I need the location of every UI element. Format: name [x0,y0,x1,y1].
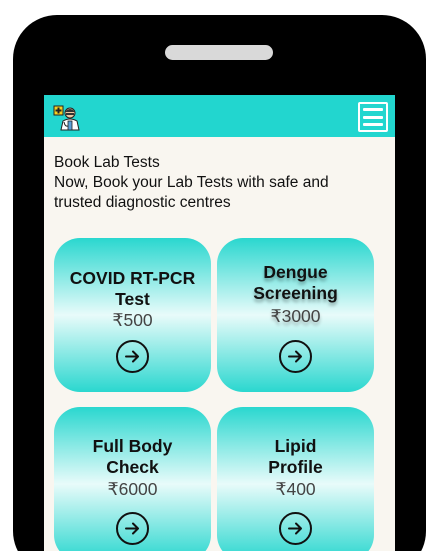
arrow-right-circle-icon[interactable] [279,340,312,373]
test-card-full-body[interactable]: Full Body Check ₹6000 [54,407,211,551]
test-card-lipid[interactable]: Lipid Profile ₹400 [217,407,374,551]
page-title: Book Lab Tests [54,154,160,171]
card-title-line-2: Test [115,289,150,309]
page-subtitle-line-1: Now, Book your Lab Tests with safe and [54,174,329,191]
card-title: Full Body Check [60,436,205,478]
page-subtitle-line-2: trusted diagnostic centres [54,194,231,211]
card-title-line-2: Screening [253,283,338,303]
hamburger-menu-icon[interactable] [358,102,388,132]
card-title-line-1: Full Body [92,436,173,456]
card-price: ₹6000 [107,479,158,499]
card-title-line-1: Dengue [263,262,328,282]
phone-speaker [165,45,273,60]
card-title-line-1: Lipid [274,436,317,456]
page-intro: Book Lab Tests Now, Book your Lab Tests … [54,153,384,213]
app-header [44,95,395,137]
card-title: Lipid Profile [223,436,368,478]
card-price: ₹400 [275,479,316,499]
card-title-line-2: Check [106,457,159,477]
card-title-line-2: Profile [268,457,323,477]
arrow-right-circle-icon[interactable] [116,340,149,373]
test-card-covid[interactable]: COVID RT-PCR Test ₹500 [54,238,211,392]
card-title-line-1: COVID RT-PCR [69,268,196,288]
phone-frame: Book Lab Tests Now, Book your Lab Tests … [13,15,426,551]
test-card-dengue[interactable]: Dengue Screening ₹3000 [217,238,374,392]
arrow-right-circle-icon[interactable] [116,512,149,545]
card-price: ₹3000 [270,306,321,326]
doctor-logo-icon[interactable] [53,103,81,131]
card-title: COVID RT-PCR Test [60,268,205,310]
arrow-right-circle-icon[interactable] [279,512,312,545]
card-title: Dengue Screening [223,262,368,304]
menu-bar [363,123,383,126]
card-price: ₹500 [112,310,153,330]
app-screen: Book Lab Tests Now, Book your Lab Tests … [44,95,395,551]
menu-bar [363,108,383,111]
menu-bar [363,115,383,119]
